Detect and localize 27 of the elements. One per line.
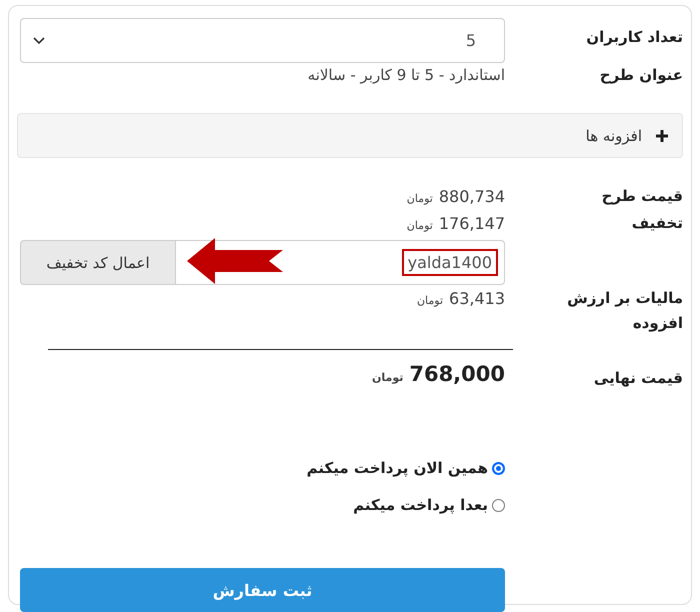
currency-label: تومان [416,293,444,309]
amount-value: 176,147 [438,213,505,235]
field-label: تعداد کاربران [585,27,683,48]
amount-value: 768,000 [409,362,505,387]
chevron-down-icon [33,36,45,44]
apply-discount-button[interactable]: اعمال کد تخفیف [20,240,175,285]
radio-label[interactable]: همین الان پرداخت میکنم [306,456,488,481]
field-label: مالیات بر ارزش افزوده [566,288,683,334]
field-label: قیمت نهایی [592,368,683,389]
currency-label: تومان [372,370,404,386]
radio-label[interactable]: بعدا پرداخت میکنم [353,493,488,518]
radio-button[interactable] [492,462,505,475]
addons-panel[interactable]: افزونه ها [17,113,683,158]
discount-code-field[interactable]: yalda1400 [175,240,505,285]
amount-value: 63,413 [449,288,505,310]
radio-button[interactable] [492,499,505,512]
arrow-icon [187,238,283,284]
addons-label[interactable]: افزونه ها [586,126,642,144]
field-label: عنوان طرح [598,65,683,86]
field-label: تخفیف [630,213,683,234]
field-label: قیمت طرح [600,186,683,207]
currency-label: تومان [406,218,433,234]
plan-value: استاندارد - 5 تا 9 کاربر - سالانه [306,65,505,86]
amount-value: 880,734 [438,186,505,208]
currency-label: تومان [406,191,433,207]
users-select[interactable]: 5 [20,18,505,63]
plus-icon [656,130,668,142]
